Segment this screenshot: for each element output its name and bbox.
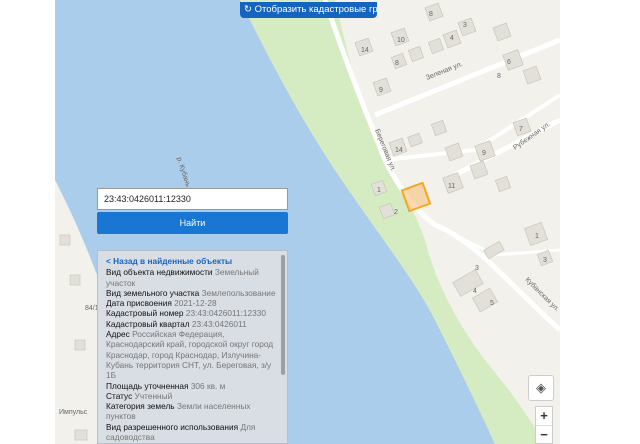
- info-row-value: 306 кв. м: [190, 380, 226, 391]
- info-row-value: 23:43:0426011: [191, 318, 247, 329]
- zoom-control: + −: [535, 406, 553, 444]
- building-number: 5: [490, 300, 494, 307]
- building-number: 6: [507, 59, 511, 66]
- find-button[interactable]: Найти: [97, 212, 288, 234]
- building-number: 10: [397, 37, 405, 44]
- info-row: Площадь уточненная 306 кв. м: [106, 381, 277, 391]
- building-number: 3: [463, 22, 467, 29]
- building-number: 1: [377, 187, 381, 194]
- info-row-label: Категория земель: [106, 401, 175, 412]
- info-row-value: 2021-12-28: [174, 298, 217, 309]
- building-number: 14: [395, 147, 403, 154]
- road-main: [384, 93, 560, 162]
- info-row-label: Кадастровый номер: [106, 308, 184, 319]
- building-number: 14: [361, 47, 369, 54]
- info-row-label: Кадастровый квартал: [106, 318, 190, 329]
- info-rows: Вид объекта недвижимости Земельный участ…: [106, 267, 277, 443]
- info-row: Адрес Российская Федерация, Краснодарски…: [106, 329, 277, 380]
- info-row: Вид земельного участка Землепользование: [106, 288, 277, 298]
- building-number: 9: [482, 150, 486, 157]
- info-row: Вид разрешенного использования Для садов…: [106, 422, 277, 443]
- info-row: Дата присвоения 2021-12-28: [106, 298, 277, 308]
- back-to-results-link[interactable]: < Назад в найденные объекты: [106, 256, 277, 266]
- info-row-value: Российская Федерация, Краснодарский край…: [106, 329, 274, 381]
- building-number: 2: [394, 209, 398, 216]
- area-label: Импульс: [59, 409, 88, 416]
- info-row: Категория земель Земли населенных пункто…: [106, 401, 277, 422]
- info-row-value: Учтенный: [134, 390, 173, 401]
- building-number: 4: [473, 288, 477, 295]
- info-panel: < Назад в найденные объекты Вид объекта …: [97, 250, 288, 444]
- info-scrollbar[interactable]: [281, 255, 285, 375]
- info-row: Вид объекта недвижимости Земельный участ…: [106, 267, 277, 288]
- info-row-label: Дата присвоения: [106, 298, 172, 309]
- map-canvas[interactable]: 8 10 14 6 4 3 8 8 9 14 9 7 11 1 2 1 3 4 …: [55, 0, 560, 444]
- info-row-label: Вид разрешенного использования: [106, 421, 239, 432]
- info-row-label: Вид земельного участка: [106, 287, 200, 298]
- building-number: 8: [395, 60, 399, 67]
- layers-button[interactable]: ◈: [528, 375, 554, 401]
- building-number: 11: [448, 183, 455, 190]
- cadastral-search-input[interactable]: 23:43:0426011:12330: [97, 188, 288, 210]
- info-row-value: Землепользование: [201, 287, 276, 298]
- building-number: 3: [475, 265, 479, 272]
- info-row: Кадастровый номер 23:43:0426011:12330: [106, 308, 277, 318]
- zoom-in-button[interactable]: +: [536, 407, 552, 425]
- layers-icon: ◈: [536, 380, 546, 395]
- building-number: 8: [497, 73, 501, 80]
- info-row-label: Площадь уточненная: [106, 380, 189, 391]
- building-number: 7: [519, 126, 523, 133]
- street-label: Кубанская ул.: [524, 276, 560, 314]
- building-number: 4: [450, 35, 454, 42]
- info-row-label: Статус: [106, 390, 133, 401]
- toggle-cadastral-borders-button[interactable]: ↻ Отобразить кадастровые границы: [240, 2, 377, 18]
- building-number: 9: [379, 87, 383, 94]
- info-row: Статус Учтенный: [106, 391, 277, 401]
- building-number: 1: [535, 233, 539, 240]
- building-number: 3: [543, 257, 547, 264]
- info-row: Кадастровый квартал 23:43:0426011: [106, 319, 277, 329]
- info-row-label: Вид объекта недвижимости: [106, 267, 213, 278]
- building-number: 8: [429, 11, 433, 18]
- info-row-value: 23:43:0426011:12330: [185, 308, 266, 319]
- info-row-label: Адрес: [106, 329, 130, 340]
- refresh-icon: ↻: [244, 4, 255, 15]
- zoom-out-button[interactable]: −: [536, 425, 552, 444]
